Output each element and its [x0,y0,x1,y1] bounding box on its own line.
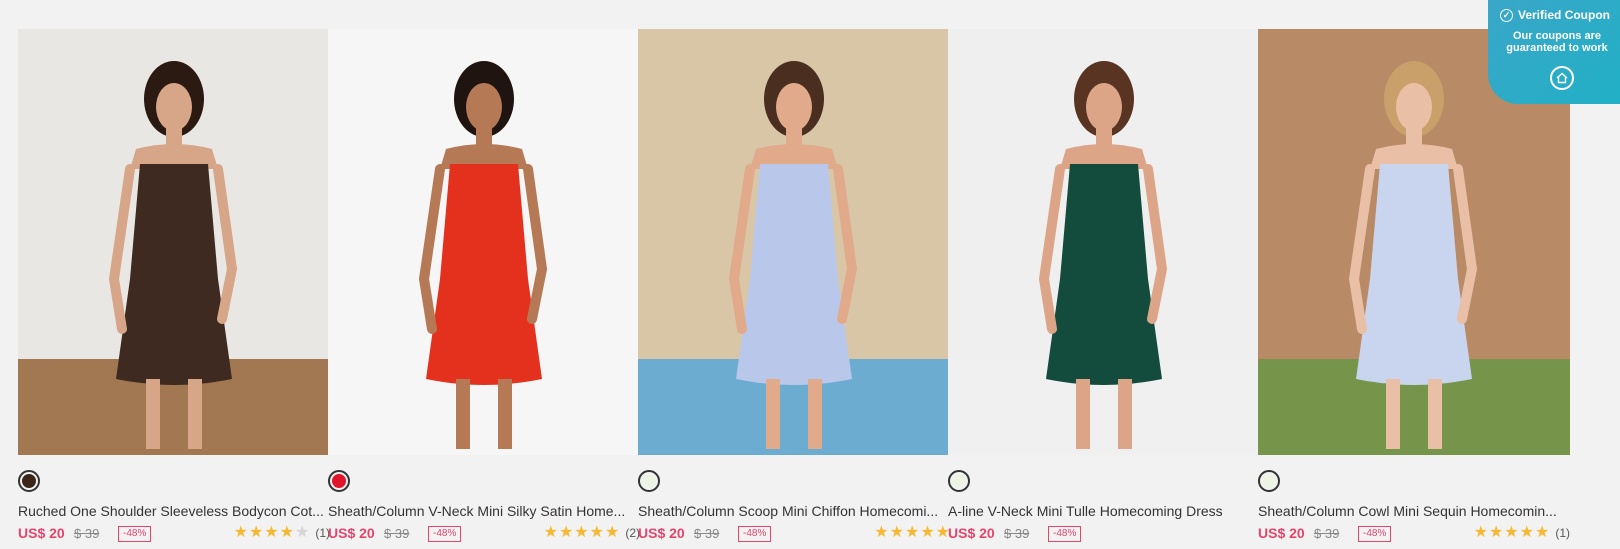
review-count: (1) [1555,526,1570,540]
price-row: US$ 20 $ 39 -48% ★ ★ ★ ★ ★ (1) [1258,525,1570,543]
star-icon: ★ [1534,524,1550,541]
star-icon: ★ [589,524,604,541]
product-card[interactable]: A-line V-Neck Mini Tulle Homecoming Dres… [948,29,1260,549]
product-photo[interactable] [948,29,1260,455]
star-icon: ★ [874,524,889,541]
coupon-line-1: Our coupons are [1512,30,1602,42]
star-icon: ★ [248,524,264,541]
sale-price: US$ 20 [18,525,65,541]
price-row: US$ 20 $ 39 -48% ★ ★ ★ ★ ★ (2) [328,525,640,543]
product-card[interactable]: Sheath/Column V-Neck Mini Silky Satin Ho… [328,29,640,549]
star-icon: ★ [264,524,279,541]
star-rating: ★ ★ ★ ★ ★ [874,525,950,541]
original-price: $ 39 [694,526,720,541]
color-swatch[interactable] [328,470,350,492]
coupon-text: Our coupons are guaranteed to work [1500,30,1614,54]
price-row: US$ 20 $ 39 -48% ★ ★ ★ ★ ★ [638,525,950,543]
price-row: US$ 20 $ 39 -48% ★ ★ ★ ★ ★ (1) [18,525,330,543]
star-icon: ★ [920,524,935,541]
coupon-line-2: guaranteed to work [1506,42,1608,54]
color-swatch[interactable] [18,470,40,492]
star-icon: ★ [233,524,248,541]
product-card[interactable]: Sheath/Column Scoop Mini Chiffon Homecom… [638,29,950,549]
product-title[interactable]: Ruched One Shoulder Sleeveless Bodycon C… [18,503,328,519]
check-circle-icon: ✓ [1500,8,1513,22]
star-icon: ★ [294,524,310,541]
product-card[interactable]: Ruched One Shoulder Sleeveless Bodycon C… [18,29,330,549]
star-icon: ★ [1519,524,1534,541]
coupon-header: ✓ Verified Coupon [1500,8,1614,22]
coupon-title: Verified Coupon [1518,8,1611,22]
star-rating: ★ ★ ★ ★ ★ (2) [544,525,640,541]
sale-price: US$ 20 [1258,525,1305,541]
star-icon: ★ [574,524,589,541]
original-price: $ 39 [384,526,410,541]
star-icon: ★ [279,524,294,541]
star-icon: ★ [604,524,620,541]
verified-coupon-widget[interactable]: ✓ Verified Coupon Our coupons are guaran… [1488,0,1620,104]
sale-price: US$ 20 [638,525,685,541]
star-rating: ★ ★ ★ ★ ★ (1) [1474,525,1570,541]
product-title[interactable]: A-line V-Neck Mini Tulle Homecoming Dres… [948,503,1258,519]
star-rating: ★ ★ ★ ★ ★ (1) [234,525,330,541]
star-icon: ★ [1504,524,1519,541]
star-icon: ★ [1473,524,1488,541]
star-icon: ★ [904,524,920,541]
product-card[interactable]: Sheath/Column Cowl Mini Sequin Homecomin… [1258,29,1570,549]
sale-price: US$ 20 [328,525,375,541]
product-photo[interactable] [328,29,640,455]
product-photo[interactable] [18,29,330,455]
sale-price: US$ 20 [948,525,995,541]
original-price: $ 39 [1004,526,1030,541]
product-title[interactable]: Sheath/Column V-Neck Mini Silky Satin Ho… [328,503,638,519]
color-swatch[interactable] [638,470,660,492]
product-title[interactable]: Sheath/Column Scoop Mini Chiffon Homecom… [638,503,948,519]
star-icon: ★ [1488,524,1504,541]
price-row: US$ 20 $ 39 -48% [948,525,1260,543]
color-swatch[interactable] [1258,470,1280,492]
original-price: $ 39 [1314,526,1340,541]
product-grid: Ruched One Shoulder Sleeveless Bodycon C… [18,29,1620,549]
product-title[interactable]: Sheath/Column Cowl Mini Sequin Homecomin… [1258,503,1568,519]
star-icon: ★ [543,524,558,541]
color-swatch[interactable] [948,470,970,492]
home-icon[interactable] [1550,66,1574,90]
star-icon: ★ [558,524,574,541]
original-price: $ 39 [74,526,100,541]
product-photo[interactable] [638,29,950,455]
star-icon: ★ [889,524,904,541]
